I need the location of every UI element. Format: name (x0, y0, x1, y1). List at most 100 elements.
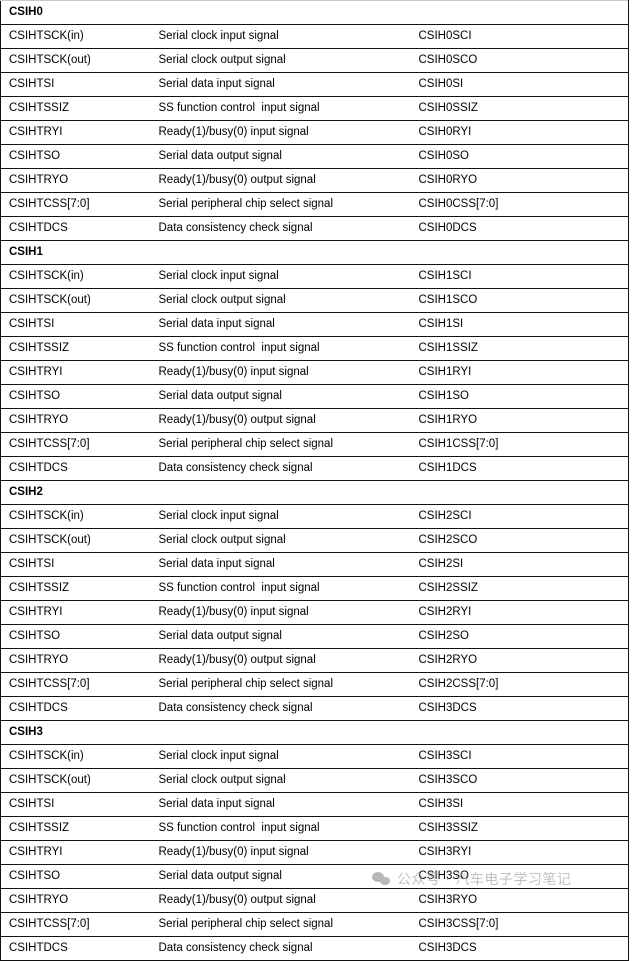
table-row: CSIHTSI Serial data input signal CSIH3SI (0, 792, 629, 817)
pin-name-cell: CSIH3SI (410, 792, 629, 817)
signal-name-cell: CSIHTRYI (0, 120, 151, 145)
pin-name-cell: CSIH0SSIZ (410, 96, 629, 121)
signal-description-cell: Serial clock output signal (150, 528, 411, 553)
table-row: CSIHTRYI Ready(1)/busy(0) input signal CSI… (0, 360, 629, 385)
signal-description-cell: Ready(1)/busy(0) output signal (150, 408, 411, 433)
signal-name-cell: CSIHTCSS[7:0] (0, 672, 151, 697)
signal-name-cell: CSIHTSSIZ (0, 816, 151, 841)
table-row: CSIHTCSS[7:0] Serial peripheral chip sele… (0, 192, 629, 217)
table-row: CSIHTRYO Ready(1)/busy(0) output signal CS… (0, 408, 629, 433)
pin-name-cell: CSIH1DCS (410, 456, 629, 481)
table-row: CSIHTRYI Ready(1)/busy(0) input signal CSI… (0, 840, 629, 865)
group-label: CSIH1 (0, 240, 629, 265)
table-row: CSIHTCSS[7:0] Serial peripheral chip sele… (0, 912, 629, 937)
signal-name-cell: CSIHTSO (0, 384, 151, 409)
signal-description-cell: Serial data input signal (150, 792, 411, 817)
pin-name-cell: CSIH1SCI (410, 264, 629, 289)
pin-name-cell: CSIH0RYO (410, 168, 629, 193)
signal-name-cell: CSIHTCSS[7:0] (0, 432, 151, 457)
signal-name-cell: CSIHTSO (0, 864, 151, 889)
pin-name-cell: CSIH2SO (410, 624, 629, 649)
pin-name-cell: CSIH1SSIZ (410, 336, 629, 361)
table-row: CSIHTSO Serial data output signal CSIH2SO (0, 624, 629, 649)
signal-name-cell: CSIHTDCS (0, 696, 151, 721)
pin-name-cell: CSIH0RYI (410, 120, 629, 145)
signal-description-cell: Serial peripheral chip select signal (150, 432, 411, 457)
signal-name-cell: CSIHTDCS (9, 942, 68, 954)
pin-name-cell: CSIH2SCO (410, 528, 629, 553)
pin-name-cell: CSIH2CSS[7:0] (410, 672, 629, 697)
csih-signal-table: CSIH0 CSIHTSCK(in) Serial clock input sign… (0, 0, 630, 961)
signal-description-cell: SS function control input signal (150, 816, 411, 841)
table-row: CSIHTCSS[7:0] Serial peripheral chip sele… (0, 432, 629, 457)
group-label: CSIH0 (0, 0, 629, 25)
table-row: CSIHTSI Serial data input signal CSIH2SI (0, 552, 629, 577)
pin-name-cell: CSIH1CSS[7:0] (410, 432, 629, 457)
group-label: CSIH3 (0, 720, 629, 745)
signal-table-body: CSIH0 CSIHTSCK(in) Serial clock input sign… (0, 0, 629, 961)
table-row: CSIHTSCK(out) Serial clock output signal C… (0, 288, 629, 313)
signal-name-cell: CSIHTRYI (0, 840, 151, 865)
signal-description-cell: Serial data output signal (150, 864, 411, 889)
pin-name-cell: CSIH1SCO (410, 288, 629, 313)
signal-description-cell: Serial peripheral chip select signal (150, 192, 411, 217)
table-row: CSIHTSI Serial data input signal CSIH1SI (0, 312, 629, 337)
table-row: CSIHTRYI Ready(1)/busy(0) input signal CSI… (0, 600, 629, 625)
table-row: CSIHTRYO Ready(1)/busy(0) output signal CS… (0, 648, 629, 673)
signal-name-cell: CSIHTSCK(in) (0, 24, 151, 49)
signal-description-cell: Serial data input signal (150, 312, 411, 337)
table-row: CSIHTSCK(out) Serial clock output signal C… (0, 48, 629, 73)
table-row: CSIHTRYO Ready(1)/busy(0) output signal CS… (0, 888, 629, 913)
signal-description-cell: Serial clock input signal (150, 504, 411, 529)
table-row: CSIHTSSIZ SS function control input signa… (0, 96, 629, 121)
group-header-row: CSIH1 (0, 240, 629, 265)
pin-name-cell: CSIH0DCS (410, 216, 629, 241)
table-row: CSIHTDCS Data consistency check signal CSI… (0, 456, 629, 481)
signal-name-cell: CSIHTSO (0, 624, 151, 649)
signal-description-cell: Data consistency check signal (150, 216, 411, 241)
pin-name-cell: CSIH3DCS (410, 696, 629, 721)
table-row: CSIHTDCS Data consistency check signal CSI… (0, 216, 629, 241)
group-label: CSIH2 (0, 480, 629, 505)
signal-description-cell: Serial clock output signal (150, 48, 411, 73)
signal-description-cell: Ready(1)/busy(0) input signal (150, 360, 411, 385)
pin-name-cell: CSIH0SO (410, 144, 629, 169)
signal-description-cell: Serial clock input signal (150, 744, 411, 769)
pin-name-cell: CSIH3RYO (410, 888, 629, 913)
signal-description-cell: Ready(1)/busy(0) output signal (150, 168, 411, 193)
pin-name-cell: CSIH3SSIZ (410, 816, 629, 841)
signal-description-cell: Ready(1)/busy(0) output signal (150, 888, 411, 913)
signal-description-cell: Serial data output signal (150, 384, 411, 409)
signal-description-cell: Serial clock input signal (150, 24, 411, 49)
signal-name-cell: CSIHTSI (0, 792, 151, 817)
table-row: CSIHTSCK(in) Serial clock input signal CSI… (0, 504, 629, 529)
table-row: CSIHTSCK(out) Serial clock output signal C… (0, 768, 629, 793)
signal-description-cell: Serial data output signal (150, 624, 411, 649)
signal-description-cell: SS function control input signal (150, 576, 411, 601)
signal-name-cell: CSIHTCSS[7:0] (0, 192, 151, 217)
signal-name-cell: CSIHTSCK(out) (0, 528, 151, 553)
signal-name-cell: CSIHTSSIZ (0, 336, 151, 361)
signal-description-cell: Data consistency check signal (150, 456, 411, 481)
pin-name-cell: CSIH2RYI (410, 600, 629, 625)
pin-name-cell: CSIH0SCO (410, 48, 629, 73)
table-row: CSIHTSO Serial data output signal CSIH0SO (0, 144, 629, 169)
pin-name-cell: CSIH2SCI (410, 504, 629, 529)
signal-name-cell: CSIHTRYI (0, 600, 151, 625)
pin-name-cell: CSIH2RYO (410, 648, 629, 673)
table-row: CSIHTSSIZ SS function control input signa… (0, 576, 629, 601)
signal-name-cell: CSIHTSCK(out) (0, 288, 151, 313)
signal-name-cell: CSIHTRYO (0, 168, 151, 193)
pin-name-cell: CSIH3SCI (410, 744, 629, 769)
pin-name-cell: CSIH1RYO (410, 408, 629, 433)
signal-name-cell: CSIHTSO (0, 144, 151, 169)
signal-description-cell: Ready(1)/busy(0) input signal (150, 600, 411, 625)
signal-description-cell: Serial data input signal (150, 552, 411, 577)
signal-name-cell: CSIHTSI (0, 552, 151, 577)
signal-name-cell: CSIHTSSIZ (0, 96, 151, 121)
table-row: CSIHTSCK(in) Serial clock input signal CSI… (0, 744, 629, 769)
signal-name-cell: CSIHTSCK(in) (0, 744, 151, 769)
pin-name-cell: CSIH3RYI (410, 840, 629, 865)
pin-name-cell: CSIH1SI (410, 312, 629, 337)
signal-name-cell: CSIHTSI (0, 312, 151, 337)
